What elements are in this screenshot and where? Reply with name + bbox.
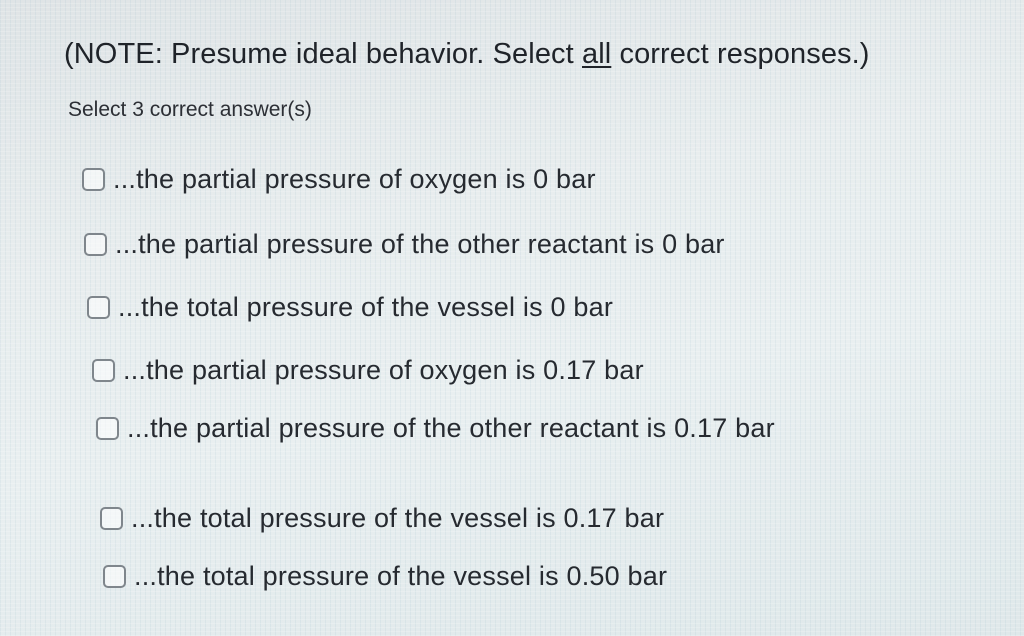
question-page: (NOTE: Presume ideal behavior. Select al… bbox=[0, 0, 1024, 636]
answer-checkbox[interactable] bbox=[87, 296, 110, 319]
answer-label[interactable]: ...the partial pressure of oxygen is 0.1… bbox=[123, 355, 644, 386]
answer-checkbox[interactable] bbox=[92, 359, 115, 382]
answer-checkbox[interactable] bbox=[103, 565, 126, 588]
answer-option[interactable]: ...the partial pressure of the other rea… bbox=[84, 229, 725, 260]
answer-label[interactable]: ...the total pressure of the vessel is 0… bbox=[118, 292, 613, 323]
note-emphasis: all bbox=[581, 38, 612, 70]
answer-option[interactable]: ...the partial pressure of oxygen is 0.1… bbox=[92, 355, 644, 386]
answer-label[interactable]: ...the total pressure of the vessel is 0… bbox=[131, 503, 664, 534]
answer-label[interactable]: ...the partial pressure of oxygen is 0 b… bbox=[113, 164, 596, 195]
answer-option[interactable]: ...the partial pressure of the other rea… bbox=[96, 413, 775, 444]
answer-option[interactable]: ...the total pressure of the vessel is 0… bbox=[87, 292, 613, 323]
answer-option[interactable]: ...the total pressure of the vessel is 0… bbox=[100, 503, 664, 534]
note-suffix: correct responses.) bbox=[611, 38, 870, 70]
question-note: (NOTE: Presume ideal behavior. Select al… bbox=[64, 38, 870, 71]
answer-label[interactable]: ...the partial pressure of the other rea… bbox=[115, 229, 725, 260]
answer-label[interactable]: ...the partial pressure of the other rea… bbox=[127, 413, 775, 444]
answer-option[interactable]: ...the total pressure of the vessel is 0… bbox=[103, 561, 667, 592]
answer-checkbox[interactable] bbox=[96, 417, 119, 440]
answer-checkbox[interactable] bbox=[82, 168, 105, 191]
note-prefix: (NOTE: Presume ideal behavior. Select bbox=[64, 38, 582, 70]
answer-label[interactable]: ...the total pressure of the vessel is 0… bbox=[134, 561, 667, 592]
answer-instruction: Select 3 correct answer(s) bbox=[68, 98, 312, 121]
answer-option[interactable]: ...the partial pressure of oxygen is 0 b… bbox=[82, 164, 596, 195]
answer-checkbox[interactable] bbox=[100, 507, 123, 530]
answer-checkbox[interactable] bbox=[84, 233, 107, 256]
